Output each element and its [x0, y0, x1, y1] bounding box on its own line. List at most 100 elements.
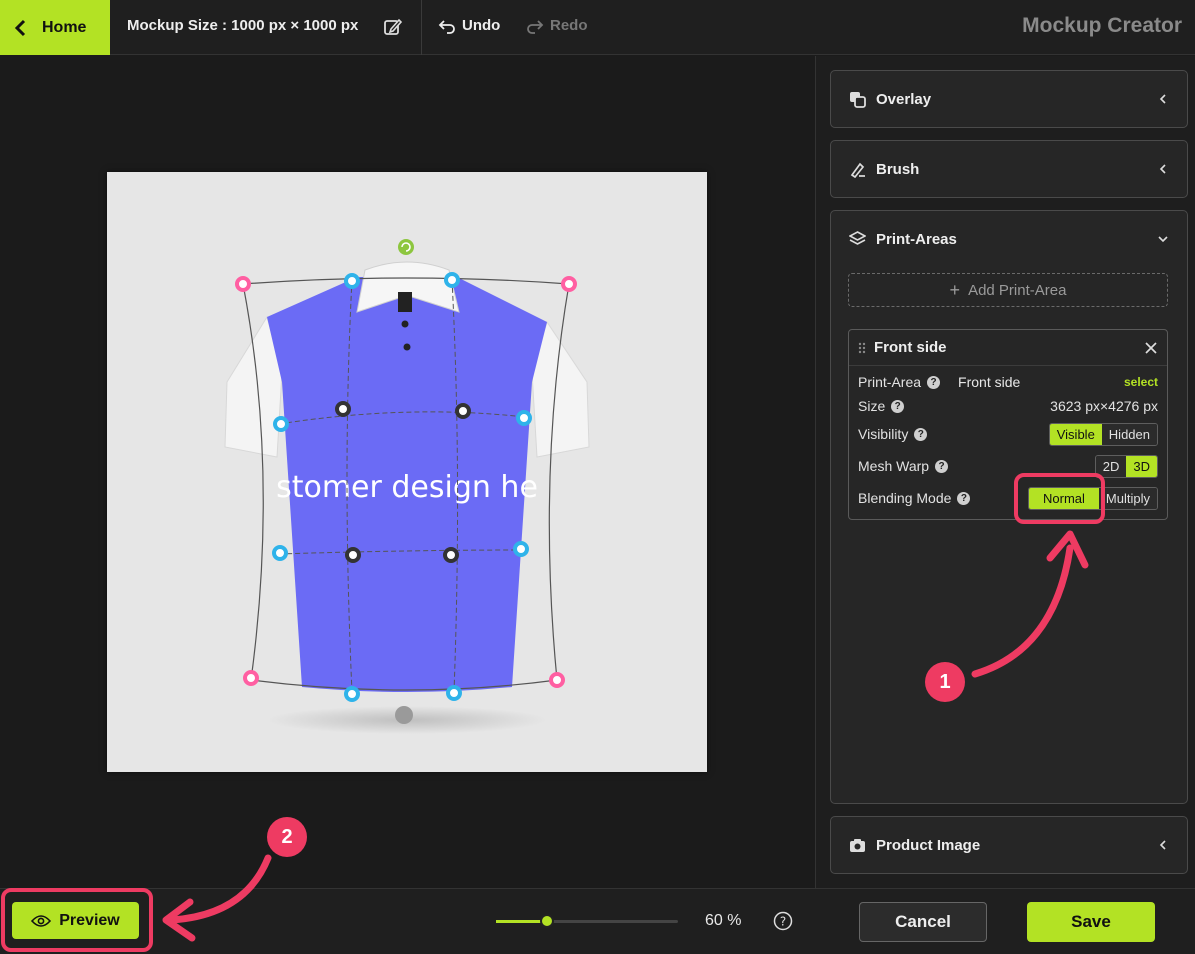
undo-icon — [438, 19, 455, 34]
visibility-toggle: Visible Hidden — [1048, 422, 1158, 446]
chevron-left-icon — [1159, 94, 1166, 104]
select-link[interactable]: select — [1124, 375, 1158, 389]
eye-icon — [31, 914, 52, 927]
undo-button[interactable]: Undo — [438, 17, 500, 34]
help-icon[interactable]: ? — [935, 459, 949, 473]
edge-handle[interactable] — [444, 272, 460, 288]
move-handle[interactable] — [395, 706, 413, 724]
product-image-section[interactable]: Product Image — [830, 816, 1188, 874]
chevron-left-icon — [1159, 164, 1166, 174]
corner-handle[interactable] — [235, 276, 251, 292]
corner-handle[interactable] — [561, 276, 577, 292]
print-area-value: Front side — [958, 374, 1021, 390]
inner-handle[interactable] — [345, 547, 361, 563]
mesh-warp-3d-option[interactable]: 3D — [1126, 455, 1157, 477]
plus-icon: + — [949, 279, 961, 300]
brush-section[interactable]: Brush — [830, 140, 1188, 198]
annotation-badge-2: 2 — [267, 817, 307, 857]
print-area-label: Print-Area — [858, 374, 922, 390]
mockup-artwork: stomer design he — [224, 239, 590, 734]
help-icon[interactable]: ? — [927, 375, 941, 389]
edge-handle[interactable] — [513, 541, 529, 557]
visibility-hidden-option[interactable]: Hidden — [1101, 423, 1157, 445]
overlay-section[interactable]: Overlay — [830, 70, 1188, 128]
blending-normal-option[interactable]: Normal — [1029, 487, 1099, 509]
edge-handle[interactable] — [344, 686, 360, 702]
annotation-badge-1: 1 — [925, 662, 965, 702]
home-button[interactable]: Home — [0, 0, 110, 55]
shirt-label — [398, 292, 412, 312]
brush-icon — [850, 162, 865, 178]
print-areas-header[interactable]: Print-Areas — [831, 211, 1187, 267]
add-print-area-button[interactable]: + Add Print-Area — [848, 273, 1168, 307]
chevron-down-icon — [1158, 236, 1168, 243]
mesh-warp-row: Mesh Warp? 2D 3D — [858, 454, 1158, 478]
edge-handle[interactable] — [273, 416, 289, 432]
edge-handle[interactable] — [344, 273, 360, 289]
undo-label: Undo — [462, 17, 501, 34]
corner-handle[interactable] — [243, 670, 259, 686]
product-image-label: Product Image — [876, 836, 981, 854]
inner-handle[interactable] — [455, 403, 471, 419]
help-icon[interactable]: ? — [914, 427, 928, 441]
mockup-size-label: Mockup Size : 1000 px × 1000 px — [127, 17, 359, 34]
cancel-button[interactable]: Cancel — [859, 902, 987, 942]
size-label: Size — [858, 398, 886, 414]
blending-mode-label: Blending Mode — [858, 490, 952, 506]
preview-label: Preview — [59, 911, 120, 929]
edge-handle[interactable] — [446, 685, 462, 701]
app-title: Mockup Creator — [1022, 14, 1182, 37]
help-circle-icon[interactable]: ? — [773, 911, 793, 931]
help-icon[interactable]: ? — [891, 399, 905, 413]
mesh-warp-2d-option[interactable]: 2D — [1095, 455, 1127, 477]
blending-multiply-option[interactable]: Multiply — [1098, 487, 1157, 509]
home-label: Home — [42, 18, 87, 36]
bottom-bar: Preview 60 % ? Cancel Save — [0, 888, 1195, 954]
divider — [421, 0, 422, 55]
size-value: 3623 px×4276 px — [1050, 398, 1158, 414]
print-area-title: Front side — [874, 339, 947, 356]
redo-label: Redo — [550, 17, 588, 34]
visibility-visible-option[interactable]: Visible — [1049, 423, 1102, 445]
layers-icon — [849, 230, 866, 245]
inner-handle[interactable] — [443, 547, 459, 563]
camera-icon — [850, 838, 865, 852]
corner-handle[interactable] — [549, 672, 565, 688]
drag-handle-icon[interactable] — [858, 342, 866, 354]
mockup-canvas[interactable]: stomer design he — [107, 172, 707, 772]
mesh-warp-toggle: 2D 3D — [1094, 454, 1158, 478]
shirt-button — [401, 320, 409, 328]
preview-button[interactable]: Preview — [12, 902, 139, 939]
save-button[interactable]: Save — [1027, 902, 1155, 942]
brush-label: Brush — [876, 160, 920, 178]
blending-mode-row: Blending Mode? Normal Multiply — [858, 486, 1158, 510]
blending-mode-toggle: Normal Multiply — [1028, 486, 1158, 510]
edge-handle[interactable] — [516, 410, 532, 426]
help-icon[interactable]: ? — [957, 491, 971, 505]
edge-handle[interactable] — [272, 545, 288, 561]
redo-button[interactable]: Redo — [526, 17, 588, 34]
redo-icon — [527, 19, 544, 34]
overlay-icon — [850, 91, 866, 108]
design-text: stomer design he — [276, 470, 538, 505]
print-area-card: Front side Print-Area? Front side select… — [848, 329, 1168, 520]
zoom-slider-thumb[interactable] — [539, 914, 554, 928]
visibility-label: Visibility — [858, 426, 909, 442]
shirt-button — [403, 343, 411, 351]
close-icon[interactable] — [1144, 341, 1158, 355]
inner-handle[interactable] — [335, 401, 351, 417]
rotate-handle[interactable] — [398, 239, 414, 255]
add-print-area-label: Add Print-Area — [968, 281, 1067, 299]
zoom-slider[interactable] — [496, 914, 678, 928]
svg-text:?: ? — [780, 915, 786, 929]
size-row: Size? 3623 px×4276 px — [858, 394, 1158, 418]
settings-panel: Overlay Brush Print-Areas + Add Print-Ar… — [815, 56, 1195, 888]
overlay-label: Overlay — [876, 90, 932, 108]
edit-icon[interactable] — [383, 17, 403, 37]
chevron-left-icon — [14, 19, 26, 36]
print-area-row: Print-Area? Front side select — [858, 370, 1158, 394]
visibility-row: Visibility? Visible Hidden — [858, 422, 1158, 446]
zoom-value: 60 % — [705, 912, 742, 929]
chevron-left-icon — [1159, 840, 1166, 850]
print-areas-section: Print-Areas + Add Print-Area Front side … — [830, 210, 1188, 804]
